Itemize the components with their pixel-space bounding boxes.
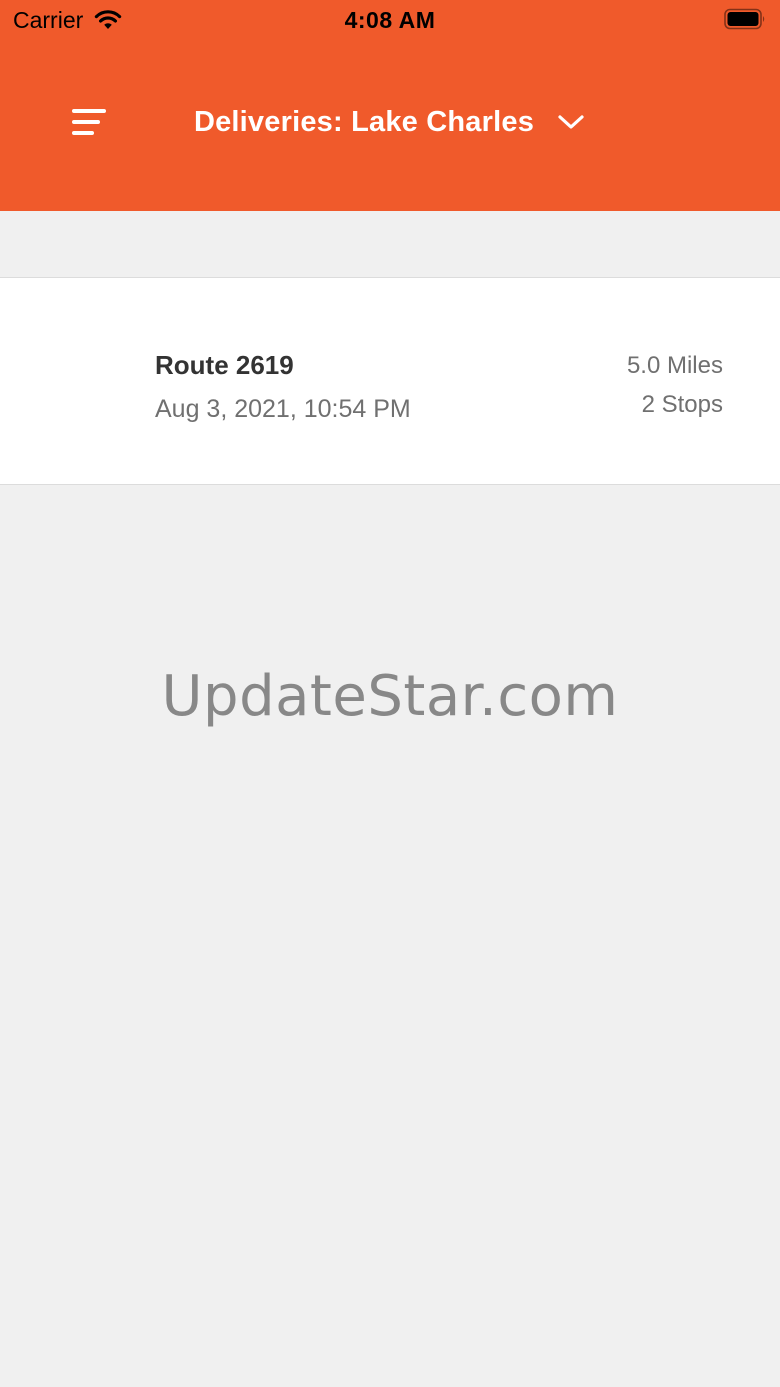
route-name: Route 2619 [155,350,294,380]
app-header: Carrier 4:08 AM Deliveries: Lake Charles [0,0,780,211]
route-distance: 5.0 Miles [626,352,723,379]
page-title: Deliveries: Lake Charles [193,105,535,138]
route-date: Aug 3, 2021, 10:54 PM [155,395,411,423]
chevron-down-icon [558,115,584,129]
status-bar: Carrier 4:08 AM [0,0,780,40]
watermark: UpdateStar.com [161,664,619,729]
battery-icon [724,8,765,30]
status-time: 4:08 AM [344,7,436,33]
location-dropdown[interactable]: Deliveries: Lake Charles [150,98,630,146]
route-list-item[interactable]: Route 2619 Aug 3, 2021, 10:54 PM 5.0 Mil… [0,277,780,485]
menu-button[interactable] [68,104,108,140]
menu-icon [72,109,106,135]
route-stops: 2 Stops [641,391,723,418]
